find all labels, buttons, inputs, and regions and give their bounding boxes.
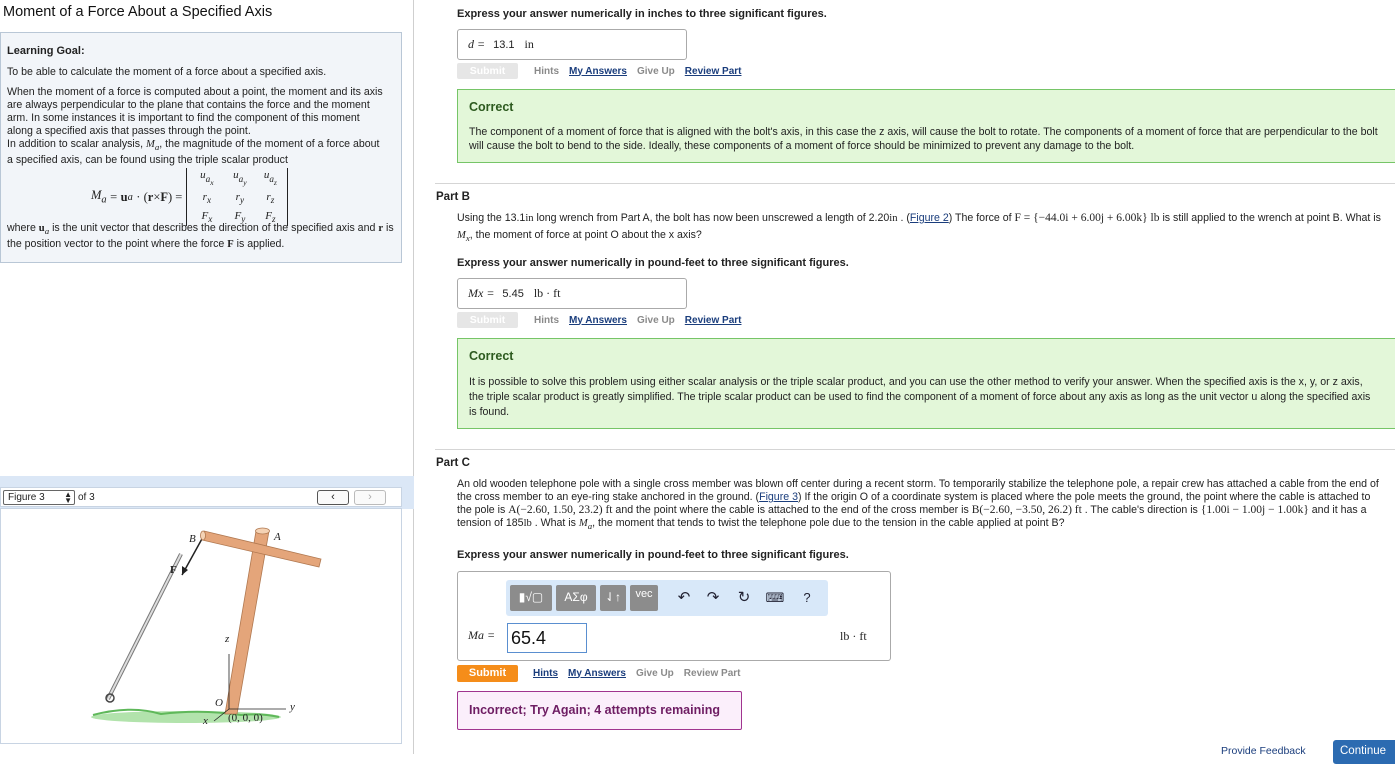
label-b: B [189, 533, 196, 545]
determinant-matrix: uax uay uaz rx ry rz Fx Fy Fz [186, 168, 289, 226]
part-c-review-part-link[interactable]: Review Part [684, 668, 741, 679]
part-a-hints-link[interactable]: Hints [534, 66, 559, 77]
part-b-answer-field: Mx = 5.45 lb · ft [457, 278, 687, 309]
part-a-actions: Submit Hints My Answers Give Up Review P… [457, 63, 751, 79]
part-a-answer-value: 13.1 [493, 38, 515, 51]
part-b-my-answers-link[interactable]: My Answers [569, 315, 627, 326]
continue-button[interactable]: Continue [1333, 740, 1395, 764]
label-y: y [290, 701, 295, 713]
page-title: Moment of a Force About a Specified Axis [3, 4, 273, 20]
scalar-text-a: In addition to scalar analysis, [7, 138, 146, 150]
part-b-submit-button[interactable]: Submit [457, 312, 518, 328]
part-b-instruction: Express your answer numerically in pound… [457, 257, 849, 269]
figure-count: of 3 [78, 492, 95, 503]
left-panel: Moment of a Force About a Specified Axis… [0, 0, 414, 754]
part-b-title: Part B [436, 191, 470, 203]
part-c-question: An old wooden telephone pole with a sing… [457, 478, 1379, 532]
templates-button[interactable]: ▮√▢ [510, 585, 552, 611]
label-origin: (0, 0, 0) [228, 712, 263, 724]
label-z: z [225, 633, 230, 645]
part-b-correct-feedback: Correct It is possible to solve this pro… [457, 338, 1395, 429]
part-c-my-answers-link[interactable]: My Answers [568, 668, 626, 679]
figure-3-link[interactable]: Figure 3 [759, 491, 798, 503]
figure-nav-row: Figure 3 ▲ ▼ of 3 ‹ › [0, 487, 402, 507]
label-f: F [170, 564, 177, 576]
part-c-incorrect-feedback: Incorrect; Try Again; 4 attempts remaini… [457, 691, 742, 730]
label-x: x [203, 715, 208, 727]
next-figure-button[interactable]: › [354, 490, 386, 505]
figure-2-link[interactable]: Figure 2 [910, 212, 949, 224]
formula-explanation: where ua is the unit vector that describ… [7, 222, 394, 251]
part-b-actions: Submit Hints My Answers Give Up Review P… [457, 312, 751, 328]
figure-image: B A F z O y x (0, 0, 0) [0, 508, 402, 744]
part-a-instruction: Express your answer numerically in inche… [457, 8, 827, 20]
pole [224, 530, 270, 715]
goal-text: To be able to calculate the moment of a … [7, 66, 327, 78]
figure-select[interactable]: Figure 3 ▲ ▼ [3, 490, 75, 505]
part-a-review-part-link[interactable]: Review Part [685, 66, 742, 77]
intro-paragraph: When the moment of a force is computed a… [7, 86, 383, 167]
math-toolbar: ▮√▢ ΑΣφ ⇃↑ vec ↶ ↷ ↻ ⌨ ? [506, 580, 828, 616]
keyboard-icon[interactable]: ⌨ [765, 588, 785, 608]
part-c-submit-button[interactable]: Submit [457, 665, 518, 682]
part-a-my-answers-link[interactable]: My Answers [569, 66, 627, 77]
part-c-hints-link[interactable]: Hints [533, 668, 558, 679]
learning-goal-box: Learning Goal: To be able to calculate t… [0, 32, 402, 263]
triple-product-formula: Ma = ua · (r × F) = uax uay uaz rx ry rz Fx F… [91, 168, 289, 226]
answer-unit: lb · ft [840, 629, 867, 643]
learning-goal-heading: Learning Goal: [7, 45, 85, 57]
greek-symbols-button[interactable]: ΑΣφ [556, 585, 596, 611]
reset-icon[interactable]: ↻ [734, 588, 754, 608]
vector-button[interactable]: vec [630, 585, 658, 611]
math-answer-editor: ▮√▢ ΑΣφ ⇃↑ vec ↶ ↷ ↻ ⌨ ? Ma = 65.4 lb · … [457, 571, 891, 661]
answer-input[interactable]: 65.4 [507, 623, 587, 653]
previous-figure-button[interactable]: ‹ [317, 490, 349, 505]
part-b-question: Using the 13.1in long wrench from Part A… [457, 212, 1381, 244]
telephone-pole-diagram [91, 527, 322, 723]
arrows-button[interactable]: ⇃↑ [600, 585, 626, 611]
right-panel: Express your answer numerically in inche… [415, 0, 1395, 764]
provide-feedback-link[interactable]: Provide Feedback [1221, 745, 1306, 757]
part-b-review-part-link[interactable]: Review Part [685, 315, 742, 326]
label-o: O [215, 697, 223, 709]
part-c-instruction: Express your answer numerically in pound… [457, 549, 849, 561]
part-a-give-up-link[interactable]: Give Up [637, 66, 675, 77]
label-a: A [274, 531, 281, 543]
part-b-answer-value: 5.45 [502, 287, 524, 300]
part-a-answer-field: d = 13.1 in [457, 29, 687, 60]
answer-label: Ma = [468, 628, 496, 642]
select-arrows-icon: ▲ ▼ [64, 490, 72, 505]
help-icon[interactable]: ? [797, 588, 817, 608]
redo-icon[interactable]: ↷ [703, 588, 723, 608]
divider [435, 183, 1395, 184]
part-c-actions: Hints My Answers Give Up Review Part [533, 665, 750, 681]
part-c-give-up-link[interactable]: Give Up [636, 668, 674, 679]
divider [435, 449, 1395, 450]
part-c-title: Part C [436, 457, 470, 469]
part-b-give-up-link[interactable]: Give Up [637, 315, 675, 326]
part-b-hints-link[interactable]: Hints [534, 315, 559, 326]
part-a-correct-feedback: Correct The component of a moment of for… [457, 89, 1395, 163]
part-a-submit-button[interactable]: Submit [457, 63, 518, 79]
intro-text: When the moment of a force is computed a… [7, 86, 383, 137]
undo-icon[interactable]: ↶ [674, 588, 694, 608]
